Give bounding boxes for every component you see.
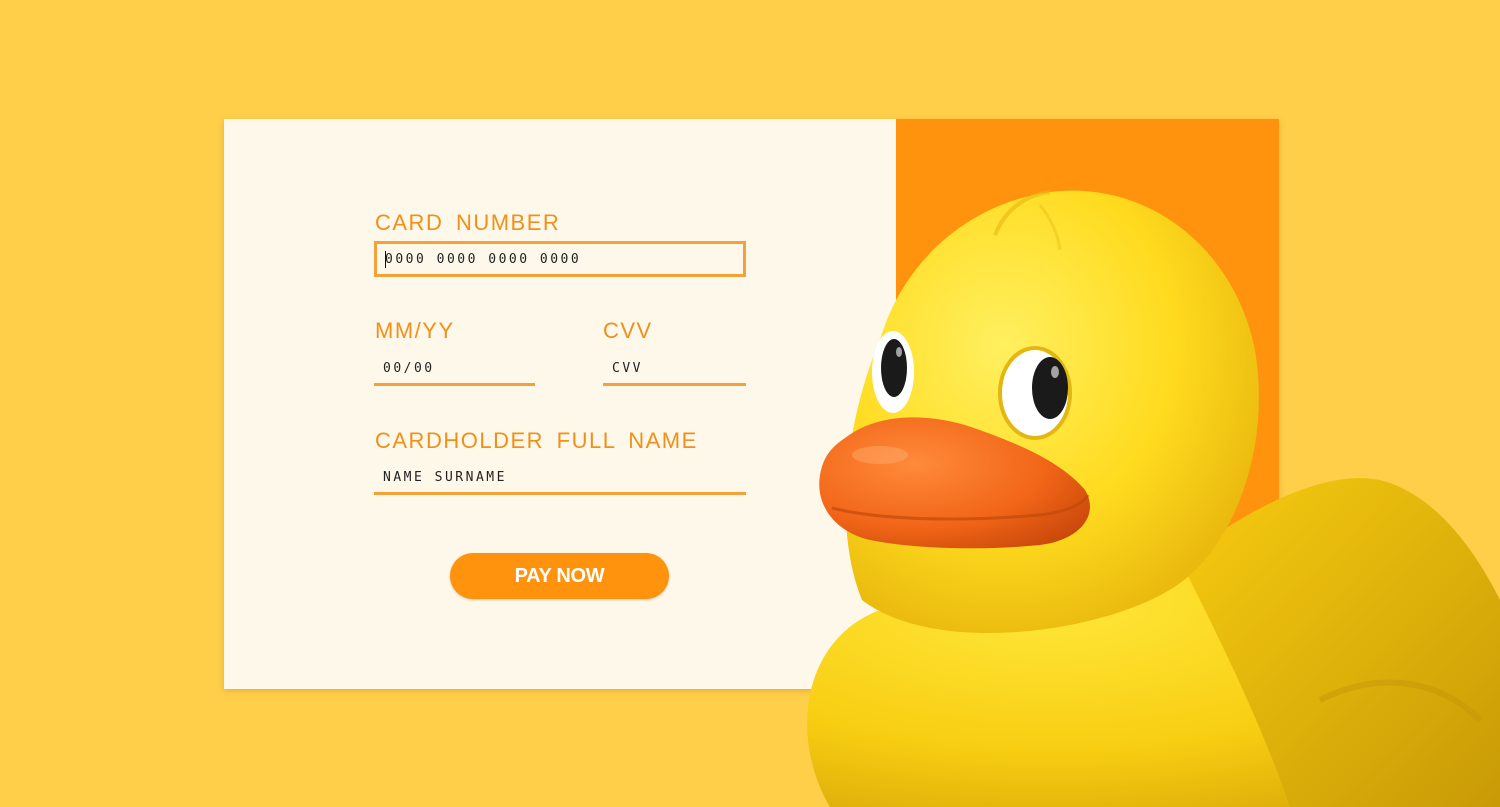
card-number-input[interactable]: 0000 0000 0000 0000 (374, 241, 746, 277)
cvv-input[interactable]: CVV (603, 353, 746, 386)
cvv-placeholder: CVV (612, 360, 643, 376)
card-number-label: CARD NUMBER (375, 210, 561, 235)
text-caret (385, 251, 386, 268)
accent-panel (896, 119, 1279, 689)
card-number-value: 0000 0000 0000 0000 (385, 251, 582, 267)
payment-card: CARD NUMBER 0000 0000 0000 0000 MM/YY 00… (224, 119, 1279, 689)
cardholder-placeholder: NAME SURNAME (383, 469, 507, 485)
expiry-placeholder: 00/00 (383, 360, 435, 376)
cvv-label: CVV (603, 318, 653, 343)
expiry-input[interactable]: 00/00 (374, 353, 535, 386)
payment-form: CARD NUMBER 0000 0000 0000 0000 MM/YY 00… (224, 119, 896, 689)
pay-now-button[interactable]: PAY NOW (450, 553, 669, 599)
cardholder-input[interactable]: NAME SURNAME (374, 462, 746, 495)
expiry-label: MM/YY (375, 318, 455, 343)
cardholder-label: CARDHOLDER FULL NAME (375, 428, 698, 453)
